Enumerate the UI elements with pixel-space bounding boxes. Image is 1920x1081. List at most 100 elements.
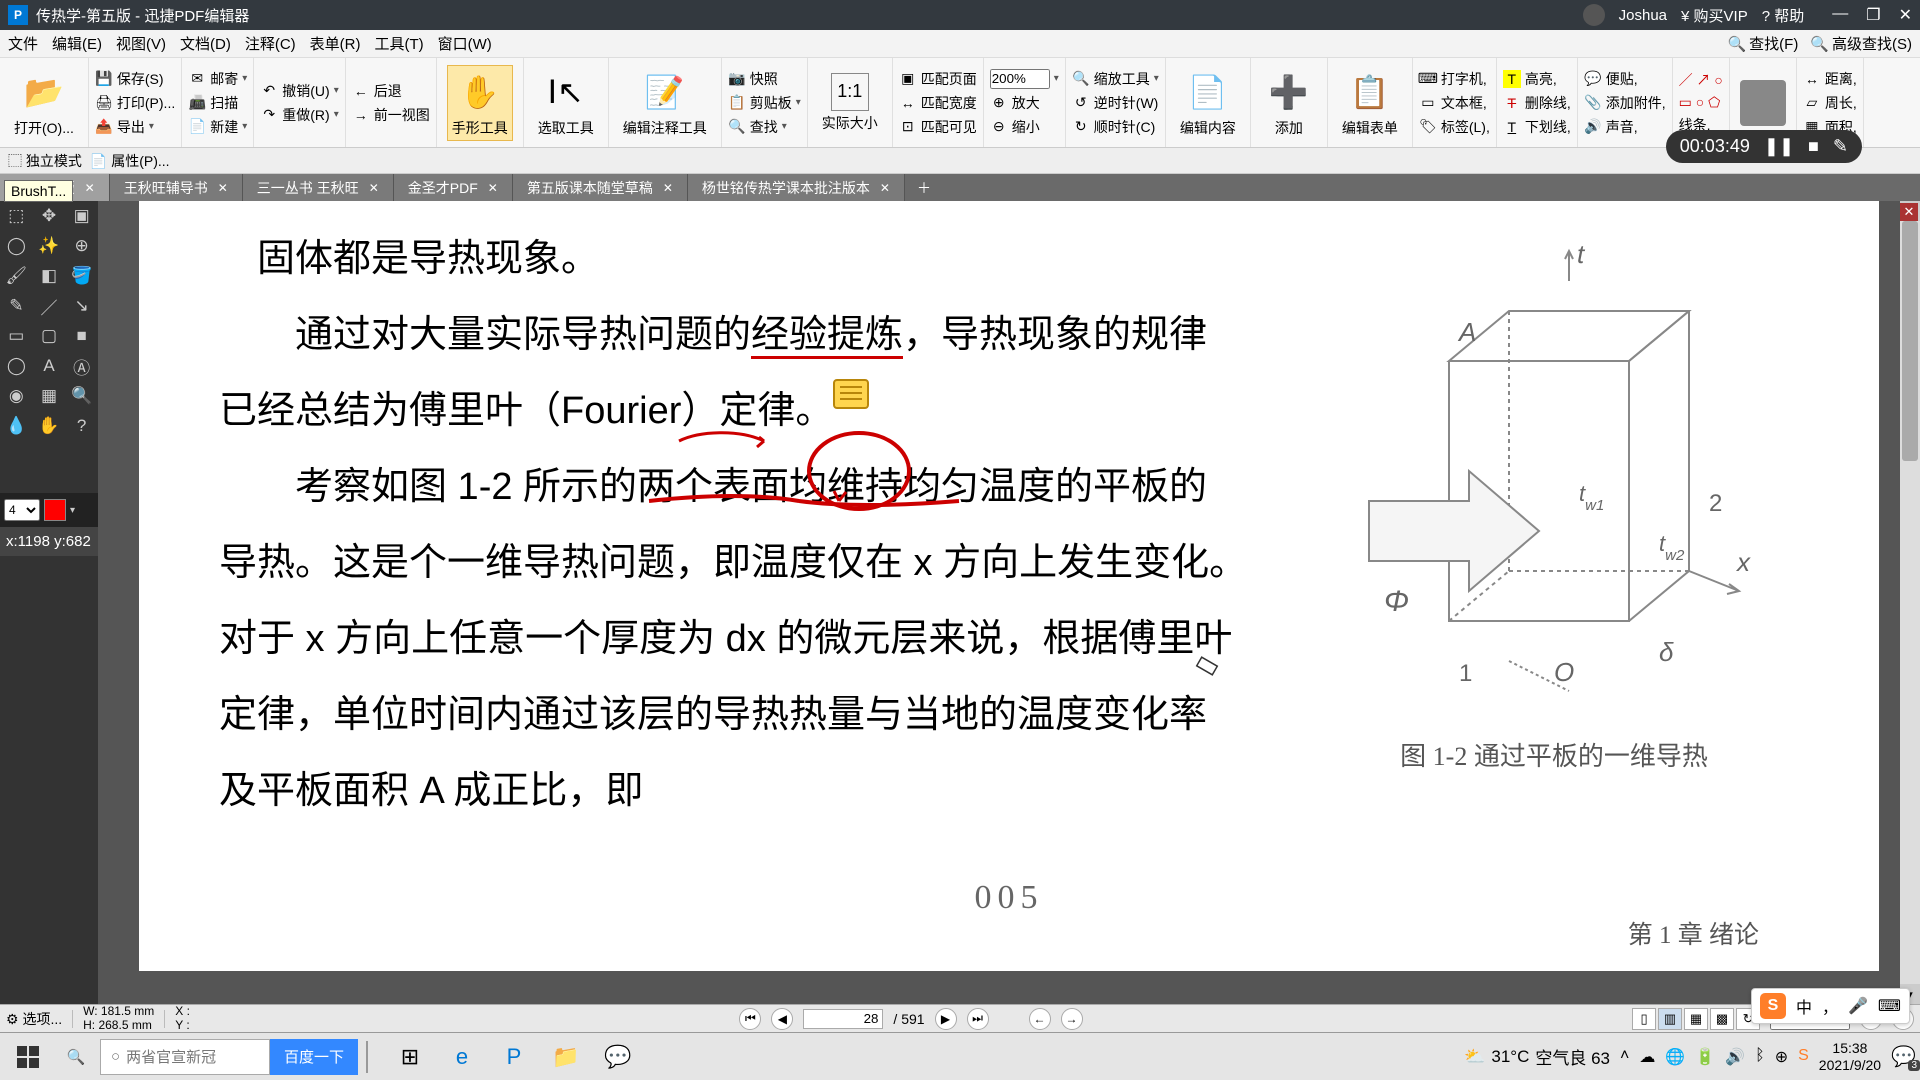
menu-edit[interactable]: 编辑(E) — [52, 33, 102, 54]
options-button[interactable]: ⚙ 选项... — [6, 1009, 62, 1029]
fit-page-button[interactable]: ▣匹配页面 — [899, 69, 977, 89]
ime-keyboard-icon[interactable]: ⌨ — [1878, 996, 1901, 1016]
open-button[interactable]: 📂 打开(O)... — [10, 66, 78, 140]
fit-width-button[interactable]: ↔匹配宽度 — [899, 93, 977, 113]
rect-shapes-row[interactable]: ▭ ○ ⬠ — [1679, 94, 1723, 111]
tool-clone[interactable]: ⊕ — [65, 231, 98, 261]
notification-button[interactable]: 💬3 — [1891, 1044, 1916, 1069]
scan-button[interactable]: 📠扫描 — [188, 93, 247, 113]
tray-app1-icon[interactable]: ⊕ — [1775, 1047, 1788, 1067]
forward-button[interactable]: →前一视图 — [352, 105, 430, 125]
pause-icon[interactable]: ❚❚ — [1764, 136, 1794, 157]
tray-app2-icon[interactable]: S — [1798, 1047, 1809, 1067]
tool-number[interactable]: Ⓐ — [65, 351, 98, 381]
tool-fill[interactable]: 🪣 — [65, 261, 98, 291]
tool-mosaic[interactable]: ▦ — [33, 381, 66, 411]
zoom-input[interactable] — [990, 69, 1050, 89]
clipboard-button[interactable]: 📋剪贴板▾ — [728, 93, 801, 113]
close-button[interactable]: ✕ — [1899, 5, 1912, 25]
view-facing-cont-button[interactable]: ▩ — [1710, 1008, 1734, 1030]
attach-button[interactable]: 📎添加附件, — [1584, 93, 1666, 113]
close-icon[interactable]: ✕ — [85, 181, 95, 195]
prev-page-button[interactable]: ◀ — [771, 1008, 793, 1030]
tab-4[interactable]: 第五版课本随堂草稿✕ — [513, 174, 688, 201]
mail-button[interactable]: ✉邮寄▾ — [188, 69, 247, 89]
tool-lasso[interactable]: ◯ — [0, 231, 33, 261]
buy-vip-button[interactable]: ¥ 购买VIP — [1681, 5, 1748, 26]
weather-widget[interactable]: ⛅ 31°C 空气良 63 — [1464, 1044, 1610, 1069]
sogou-icon[interactable]: S — [1760, 993, 1786, 1019]
tool-select[interactable]: ⬚ — [0, 201, 33, 231]
next-page-button[interactable]: ▶ — [935, 1008, 957, 1030]
close-icon[interactable]: ✕ — [488, 181, 498, 195]
tool-help[interactable]: ? — [65, 411, 98, 441]
sticky-note-icon[interactable] — [833, 379, 869, 409]
start-button[interactable] — [4, 1033, 52, 1081]
view-continuous-button[interactable]: ▥ — [1658, 1008, 1682, 1030]
first-page-button[interactable]: ⏮ — [739, 1008, 761, 1030]
tool-brush[interactable]: 🖌 — [0, 261, 33, 291]
tool-ellipse[interactable]: ◯ — [0, 351, 33, 381]
sound-button[interactable]: 🔊声音, — [1584, 117, 1666, 137]
tool-pencil[interactable]: ✎ — [0, 291, 33, 321]
nav-back-button[interactable]: ← — [1029, 1008, 1051, 1030]
typewriter-button[interactable]: ⌨打字机, — [1419, 69, 1490, 89]
print-button[interactable]: 🖨打印(P)... — [95, 93, 175, 113]
ime-lang-label[interactable]: 中 — [1796, 994, 1812, 1018]
close-icon[interactable]: ✕ — [663, 181, 673, 195]
menu-window[interactable]: 窗口(W) — [438, 33, 492, 54]
edit-annotation-button[interactable]: 📝 编辑注释工具 — [619, 66, 711, 140]
tab-1[interactable]: 王秋旺辅导书✕ — [110, 174, 243, 201]
tray-network-icon[interactable]: 🌐 — [1665, 1047, 1685, 1067]
task-view-button[interactable]: ⊞ — [388, 1036, 432, 1078]
taskbar-pdf-icon[interactable]: P — [492, 1036, 536, 1078]
tab-3[interactable]: 金圣才PDF✕ — [394, 174, 513, 201]
find-ribbon-button[interactable]: 🔍查找▾ — [728, 117, 801, 137]
tool-move[interactable]: ✥ — [33, 201, 66, 231]
rotate-cw-button[interactable]: ↻顺时针(C) — [1072, 117, 1159, 137]
close-icon[interactable]: ✕ — [369, 181, 379, 195]
tool-roundrect[interactable]: ▢ — [33, 321, 66, 351]
color-swatch[interactable] — [44, 499, 66, 521]
baidu-search-button[interactable]: 百度一下 — [270, 1039, 358, 1075]
tray-volume-icon[interactable]: 🔊 — [1725, 1047, 1745, 1067]
page-number-input[interactable] — [803, 1009, 883, 1029]
distance-button[interactable]: ↔距离, — [1803, 69, 1857, 89]
actual-size-button[interactable]: 1:1 实际大小 — [818, 71, 882, 135]
tray-bluetooth-icon[interactable]: ᛒ — [1755, 1047, 1765, 1067]
ime-floating-bar[interactable]: S 中 ， 🎤 ⌨ — [1751, 988, 1910, 1024]
zoom-in-button[interactable]: ⊕放大 — [990, 93, 1059, 113]
tool-blur[interactable]: ◉ — [0, 381, 33, 411]
view-facing-button[interactable]: ▦ — [1684, 1008, 1708, 1030]
last-page-button[interactable]: ⏭ — [967, 1008, 989, 1030]
undo-button[interactable]: ↶撤销(U)▾ — [260, 81, 338, 101]
fit-visible-button[interactable]: ⊡匹配可见 — [899, 117, 977, 137]
brush-size-select[interactable]: 4 — [4, 499, 40, 521]
tool-crop[interactable]: ▣ — [65, 201, 98, 231]
tool-rect[interactable]: ▭ — [0, 321, 33, 351]
menu-document[interactable]: 文档(D) — [180, 33, 231, 54]
strikeout-button[interactable]: T删除线, — [1503, 93, 1571, 113]
zoom-out-button[interactable]: ⊖缩小 — [990, 117, 1059, 137]
menu-view[interactable]: 视图(V) — [116, 33, 166, 54]
save-button[interactable]: 💾保存(S) — [95, 69, 175, 89]
nav-forward-button[interactable]: → — [1061, 1008, 1083, 1030]
tool-wand[interactable]: ✨ — [33, 231, 66, 261]
tool-zoom[interactable]: 🔍 — [65, 381, 98, 411]
tool-picker[interactable]: 💧 — [0, 411, 33, 441]
tool-hand[interactable]: ✋ — [33, 411, 66, 441]
tool-text[interactable]: A — [33, 351, 66, 381]
tray-battery-icon[interactable]: 🔋 — [1695, 1047, 1715, 1067]
edit-form-button[interactable]: 📋 编辑表单 — [1338, 66, 1402, 140]
redo-button[interactable]: ↷重做(R)▾ — [260, 105, 338, 125]
document-viewport[interactable]: 方固体都是导热现象。 通过对大量实际导热问题的经验提炼，导热现象的规律 已经总结… — [98, 201, 1920, 1032]
tray-onedrive-icon[interactable]: ☁ — [1639, 1047, 1655, 1067]
menu-tools[interactable]: 工具(T) — [375, 33, 424, 54]
advanced-find-button[interactable]: 🔍 高级查找(S) — [1810, 33, 1912, 54]
select-tool-button[interactable]: Ⅰ↖ 选取工具 — [534, 66, 598, 140]
search-button[interactable]: 🔍 — [52, 1033, 100, 1081]
edit-content-button[interactable]: 📄 编辑内容 — [1176, 66, 1240, 140]
properties-button[interactable]: 📄 属性(P)... — [90, 151, 170, 171]
snapshot-button[interactable]: 📷快照 — [728, 69, 801, 89]
tab-5[interactable]: 杨世铭传热学课本批注版本✕ — [688, 174, 905, 201]
